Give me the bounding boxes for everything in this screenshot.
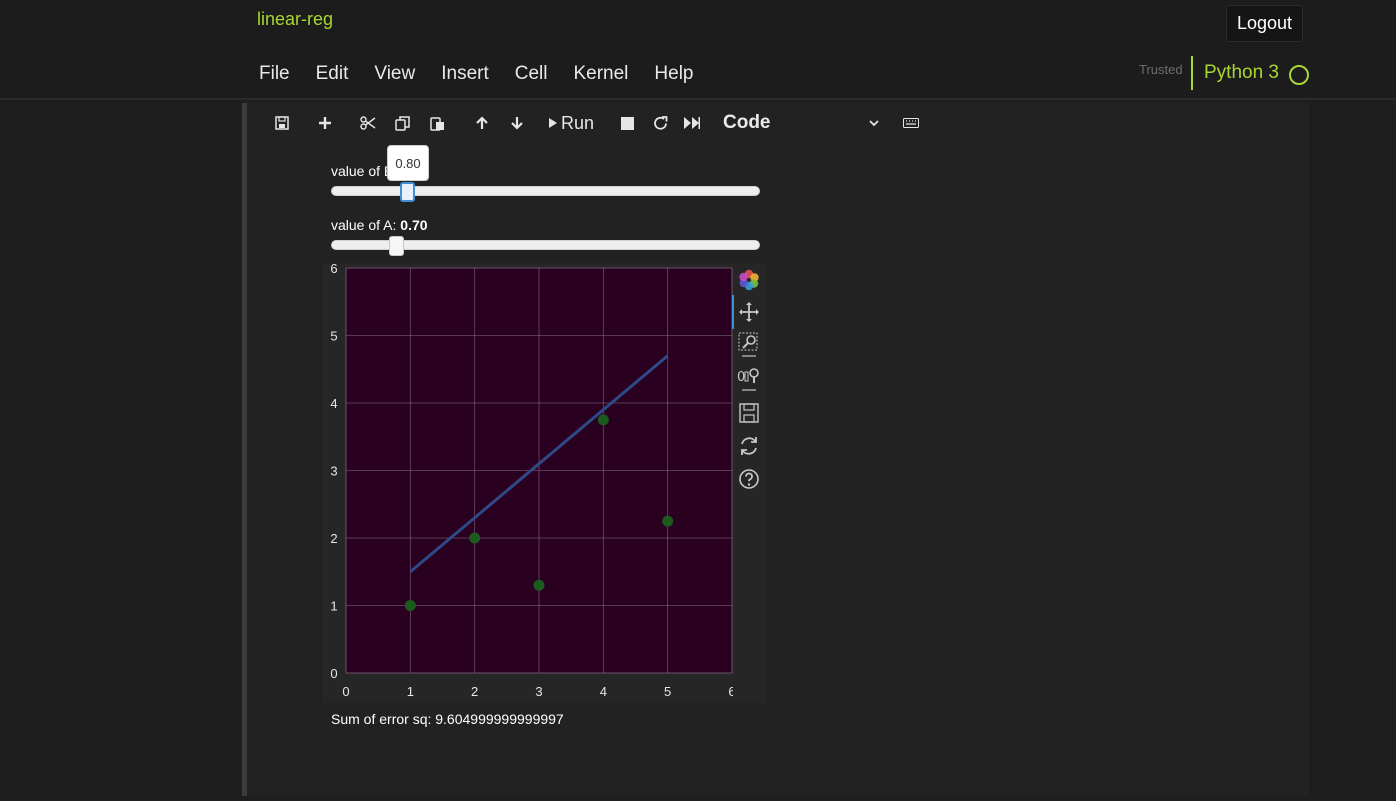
notebook-title[interactable]: linear-reg: [257, 9, 333, 30]
menu-help[interactable]: Help: [641, 57, 706, 91]
chevron-down-icon: [869, 119, 879, 126]
y-tick-label: 5: [330, 329, 337, 344]
y-tick-label: 4: [330, 396, 337, 411]
stop-icon[interactable]: [614, 110, 640, 136]
slider-a-handle[interactable]: [389, 236, 404, 256]
fast-forward-icon[interactable]: [679, 110, 705, 136]
pan-icon[interactable]: [735, 298, 763, 326]
slider-b-handle[interactable]: [400, 182, 415, 202]
data-point: [597, 414, 609, 426]
y-tick-label: 1: [330, 599, 337, 614]
x-tick-label: 1: [407, 684, 414, 699]
y-tick-label: 2: [330, 531, 337, 546]
output-text: Sum of error sq: 9.604999999999997: [331, 711, 564, 727]
kernel-idle-icon: [1289, 65, 1309, 85]
data-point: [533, 579, 545, 591]
trusted-indicator[interactable]: Trusted: [1139, 62, 1183, 77]
plot-canvas[interactable]: 0 1 2 3 4 5 6 0 1 2 3 4 5 6: [323, 263, 733, 703]
bokeh-plot: 0 1 2 3 4 5 6 0 1 2 3 4 5 6 0: [323, 263, 766, 703]
cell-type-value: Code: [723, 112, 771, 133]
notebook-header: linear-reg Logout File Edit View Insert …: [0, 0, 1396, 100]
y-tick-label: 6: [330, 263, 337, 276]
reset-icon[interactable]: [735, 432, 763, 460]
run-label: Run: [561, 112, 595, 133]
keyboard-icon[interactable]: [898, 110, 924, 136]
arrow-down-icon[interactable]: [504, 110, 530, 136]
run-button[interactable]: Run: [549, 110, 594, 136]
notebook-toolbar: Run Code: [247, 103, 1309, 143]
bokeh-logo-icon[interactable]: [735, 266, 763, 294]
plus-icon[interactable]: [312, 110, 338, 136]
arrow-up-icon[interactable]: [469, 110, 495, 136]
logout-button[interactable]: Logout: [1226, 5, 1303, 42]
x-tick-label: 6: [728, 684, 733, 699]
slider-b-label: value of B: [331, 163, 394, 179]
restart-icon[interactable]: [647, 110, 673, 136]
copy-icon[interactable]: [389, 110, 415, 136]
paste-icon[interactable]: [424, 110, 450, 136]
y-tick-label: 0: [330, 666, 337, 681]
slider-a-label-text: value of A:: [331, 217, 401, 233]
x-tick-label: 2: [471, 684, 478, 699]
slider-b-track[interactable]: [331, 186, 760, 196]
kernel-name[interactable]: Python 3: [1204, 62, 1279, 84]
data-point: [404, 600, 416, 611]
menu-bar: File Edit View Insert Cell Kernel Help: [246, 57, 706, 91]
x-tick-label: 0: [342, 684, 349, 699]
data-point: [469, 532, 481, 544]
slider-a-value: 0.70: [400, 217, 428, 233]
menu-kernel[interactable]: Kernel: [560, 57, 641, 91]
menu-file[interactable]: File: [246, 57, 303, 91]
x-tick-label: 3: [535, 684, 542, 699]
x-tick-label: 5: [664, 684, 671, 699]
svg-text:0: 0: [737, 370, 745, 385]
help-icon[interactable]: [735, 465, 763, 493]
y-tick-label: 3: [330, 464, 337, 479]
menu-edit[interactable]: Edit: [303, 57, 362, 91]
menu-cell[interactable]: Cell: [502, 57, 561, 91]
save-icon[interactable]: [735, 399, 763, 427]
cut-icon[interactable]: [355, 110, 381, 136]
slider-b-tooltip: 0.80: [387, 145, 429, 181]
menu-view[interactable]: View: [361, 57, 428, 91]
save-icon[interactable]: [269, 110, 295, 136]
slider-a-label: value of A: 0.70: [331, 217, 428, 233]
data-point: [662, 515, 674, 527]
run-icon: [549, 118, 557, 128]
menu-insert[interactable]: Insert: [428, 57, 502, 91]
x-tick-label: 4: [600, 684, 607, 699]
active-tool-indicator: [732, 295, 734, 329]
wheel-zoom-icon[interactable]: 0: [735, 365, 763, 393]
box-zoom-icon[interactable]: [735, 331, 763, 359]
kernel-separator: [1191, 56, 1193, 90]
cell-type-select[interactable]: Code: [723, 109, 883, 137]
